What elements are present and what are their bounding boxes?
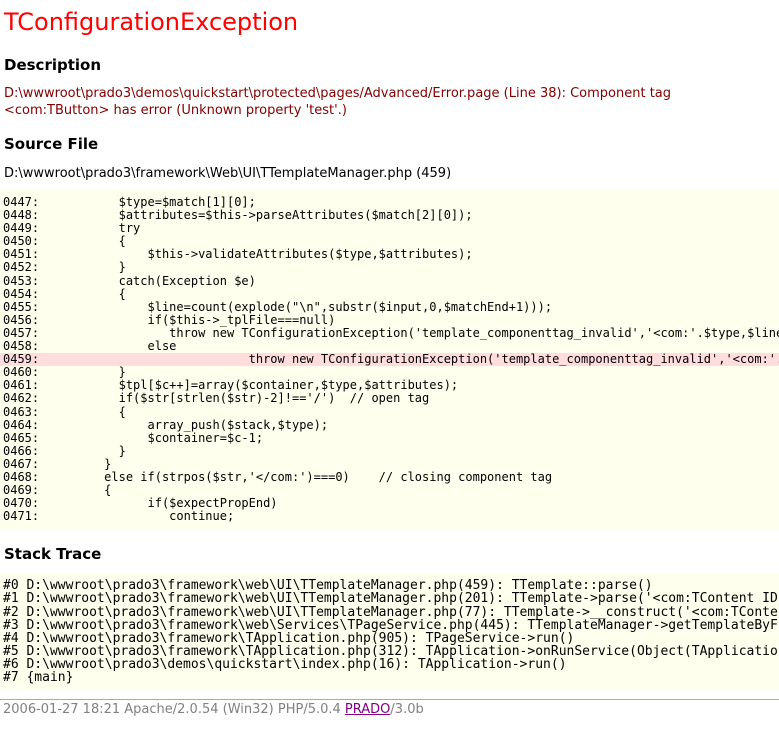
code-line: 0458: else [0,340,779,353]
source-code-block: 0447: $type=$match[1][0];0448: $attribut… [0,190,779,529]
code-line: 0454: { [0,288,779,301]
stack-trace-line: #7 {main} [0,671,779,684]
code-line: 0467: } [0,458,779,471]
prado-version: /3.0b [390,702,423,717]
stack-trace-line: #4 D:\wwwroot\prado3\framework\TApplicat… [0,632,779,645]
code-line: 0453: catch(Exception $e) [0,275,779,288]
code-line: 0447: $type=$match[1][0]; [0,196,779,209]
prado-link[interactable]: PRADO [345,702,390,717]
code-line: 0468: else if(strpos($str,'</com:')===0)… [0,471,779,484]
exception-error-page: TConfigurationException Description D:\w… [0,0,779,738]
code-line: 0465: $container=$c-1; [0,432,779,445]
code-line: 0451: $this->validateAttributes($type,$a… [0,248,779,261]
code-line: 0457: throw new TConfigurationException(… [0,327,779,340]
stack-trace-line: #3 D:\wwwroot\prado3\framework\web\Servi… [0,619,779,632]
stack-trace-line: #6 D:\wwwroot\prado3\demos\quickstart\in… [0,658,779,671]
code-line: 0470: if($expectPropEnd) [0,497,779,510]
footer: 2006-01-27 18:21 Apache/2.0.54 (Win32) P… [0,699,779,717]
stack-trace-block: #0 D:\wwwroot\prado3\framework\web\UI\TT… [0,573,779,690]
code-line: 0452: } [0,261,779,274]
code-line-error: 0459: throw new TConfigurationException(… [0,353,779,366]
stack-trace-line: #5 D:\wwwroot\prado3\framework\TApplicat… [0,645,779,658]
stack-trace-line: #0 D:\wwwroot\prado3\framework\web\UI\TT… [0,579,779,592]
code-line: 0462: if($str[strlen($str)-2]!=='/') // … [0,392,779,405]
error-description-message: D:\wwwroot\prado3\demos\quickstart\prote… [0,85,776,119]
source-file-path: D:\wwwroot\prado3\framework\Web\UI\TTemp… [0,166,779,181]
code-line: 0460: } [0,366,779,379]
code-line: 0450: { [0,235,779,248]
code-line: 0448: $attributes=$this->parseAttributes… [0,209,779,222]
stack-trace-line: #2 D:\wwwroot\prado3\framework\web\UI\TT… [0,606,779,619]
code-line: 0456: if($this->_tplFile===null) [0,314,779,327]
code-line: 0455: $line=count(explode("\n",substr($i… [0,301,779,314]
code-line: 0461: $tpl[$c++]=array($container,$type,… [0,379,779,392]
code-line: 0449: try [0,222,779,235]
stack-trace-line: #1 D:\wwwroot\prado3\framework\web\UI\TT… [0,592,779,605]
code-line: 0464: array_push($stack,$type); [0,419,779,432]
code-line: 0471: continue; [0,510,779,523]
description-heading: Description [0,56,779,74]
page-title: TConfigurationException [0,8,779,36]
code-line: 0466: } [0,445,779,458]
stack-trace-heading: Stack Trace [0,545,779,563]
code-line: 0463: { [0,406,779,419]
code-line: 0469: { [0,484,779,497]
source-file-heading: Source File [0,135,779,153]
server-info: 2006-01-27 18:21 Apache/2.0.54 (Win32) P… [3,702,345,717]
